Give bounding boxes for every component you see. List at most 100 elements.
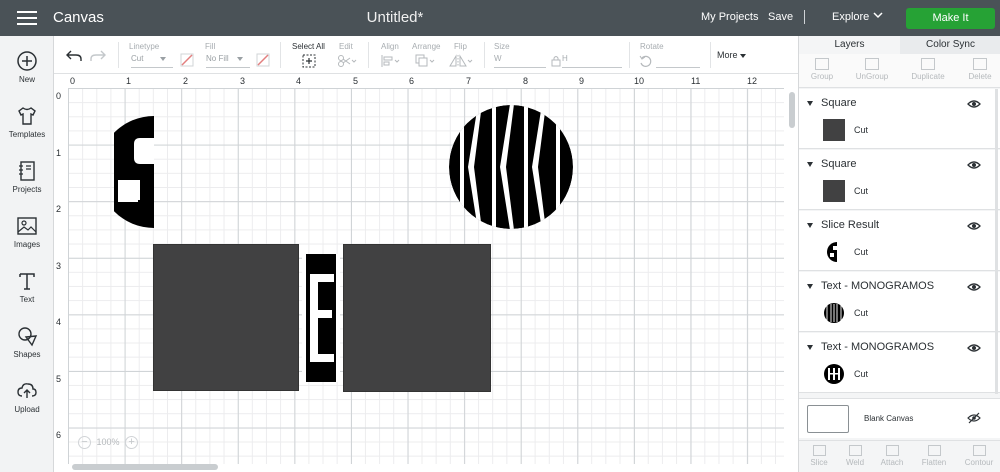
my-projects-link[interactable]: My Projects [701,11,758,23]
caret-down-icon[interactable] [807,223,813,228]
shirt-icon [18,107,36,125]
flatten-button[interactable]: Flatten [914,445,954,467]
caret-down-icon[interactable] [807,284,813,289]
height-input[interactable]: H [562,54,622,68]
top-separator [804,10,805,24]
shapes-icon [18,327,38,347]
sidebar-item-projects[interactable]: Projects [0,160,54,194]
panel-tabs: Layers Color Sync [799,36,1000,54]
undo-icon[interactable] [66,48,82,62]
edit-scissors-icon[interactable] [337,54,357,68]
eye-icon[interactable] [967,343,981,353]
square-left[interactable] [153,244,299,391]
more-menu[interactable]: More [717,50,747,60]
delete-label: Delete [968,72,992,81]
lock-icon[interactable] [551,55,561,67]
group-button[interactable]: Group [799,58,845,81]
zoom-out-button[interactable]: − [78,436,91,449]
sidebar-item-images[interactable]: Images [0,215,54,249]
horizontal-scrollbar[interactable] [72,464,218,470]
vertical-scrollbar[interactable] [789,92,795,128]
slice-label: Slice [810,458,828,467]
chevron-down-icon[interactable] [873,12,883,19]
caret-down-icon[interactable] [807,101,813,106]
layer-item[interactable]: Text - MONOGRAMOS Cut [799,333,1000,393]
layers-list: Square Cut Square Cut Slice Result Cut T… [799,89,1000,394]
eye-icon[interactable] [967,221,981,231]
fill-select[interactable]: No Fill [206,54,250,68]
redo-icon[interactable] [90,48,106,62]
upload-icon [17,383,37,398]
notebook-icon [19,161,35,181]
rotate-input[interactable] [656,54,700,68]
linetype-value: Cut [131,54,144,63]
toolbar-separator [368,42,369,68]
ruler-number: 6 [56,430,62,440]
blank-canvas-layer[interactable]: Blank Canvas [799,398,1000,438]
monogram-s-slice[interactable] [114,114,156,230]
ruler-number: 7 [466,76,472,86]
ruler-number: 3 [240,76,246,86]
ruler-number: 4 [56,317,62,327]
square-right[interactable] [343,244,491,392]
make-it-button[interactable]: Make It [906,8,995,29]
layers-scrollbar[interactable] [995,89,998,394]
layer-linetype: Cut [854,186,869,196]
caret-down-icon[interactable] [807,345,813,350]
tab-layers[interactable]: Layers [799,36,900,54]
eye-hidden-icon[interactable] [967,412,981,424]
slice-button[interactable]: Slice [799,445,839,467]
layer-linetype: Cut [854,125,869,135]
tab-color-sync[interactable]: Color Sync [900,36,1000,54]
layer-item[interactable]: Square Cut [799,89,1000,149]
layer-item[interactable]: Slice Result Cut [799,211,1000,271]
attach-button[interactable]: Attach [872,445,912,467]
layer-name: Text - MONOGRAMOS [821,341,935,353]
eye-icon[interactable] [967,160,981,170]
align-icon[interactable] [380,54,402,68]
select-all-icon[interactable] [302,54,316,68]
arrange-icon[interactable] [415,54,437,68]
sidebar-label: Images [13,240,41,249]
sidebar-item-shapes[interactable]: Shapes [0,325,54,359]
sidebar-item-new[interactable]: New [0,50,54,84]
layer-thumbnail-kkk [824,303,844,323]
monogram-kkk[interactable] [448,104,574,230]
delete-button[interactable]: Delete [957,58,1000,81]
slice-icon [812,445,826,456]
blank-canvas-swatch[interactable] [807,405,849,433]
layer-item[interactable]: Text - MONOGRAMOS Cut [799,272,1000,332]
rotate-label: Rotate [640,42,664,51]
eye-icon[interactable] [967,282,981,292]
layer-name: Square [821,97,857,109]
sidebar-label: Templates [8,130,46,139]
width-input[interactable]: W [494,54,546,68]
ungroup-icon [865,58,879,70]
monogram-e-slice[interactable] [302,254,340,382]
eye-icon[interactable] [967,99,981,109]
sidebar-item-text[interactable]: Text [0,270,54,304]
document-title[interactable]: Untitled* [0,9,790,26]
no-fill-swatch-icon[interactable] [256,53,270,67]
weld-button[interactable]: Weld [835,445,875,467]
save-link[interactable]: Save [768,11,793,23]
left-sidebar: New Templates Projects Images Text Shape… [0,36,54,472]
duplicate-icon [921,58,935,70]
ungroup-button[interactable]: UnGroup [849,58,895,81]
caret-down-icon[interactable] [807,162,813,167]
flip-icon[interactable] [449,54,475,68]
layer-item[interactable]: Square Cut [799,150,1000,210]
zoom-in-button[interactable]: + [125,436,139,449]
linetype-select[interactable]: Cut [131,54,173,68]
no-color-swatch-icon[interactable] [180,53,194,67]
duplicate-button[interactable]: Duplicate [905,58,951,81]
sidebar-item-templates[interactable]: Templates [0,105,54,139]
ruler-number: 0 [70,76,76,86]
toolbar-separator [710,42,711,68]
sidebar-item-upload[interactable]: Upload [0,380,54,414]
design-canvas[interactable]: 0 1 2 3 4 5 6 7 8 9 10 11 12 0 1 2 3 4 5… [54,74,798,472]
layer-name: Square [821,158,857,170]
rotate-icon [639,55,652,67]
contour-button[interactable]: Contour [959,445,999,467]
explore-menu[interactable]: Explore [832,11,869,23]
